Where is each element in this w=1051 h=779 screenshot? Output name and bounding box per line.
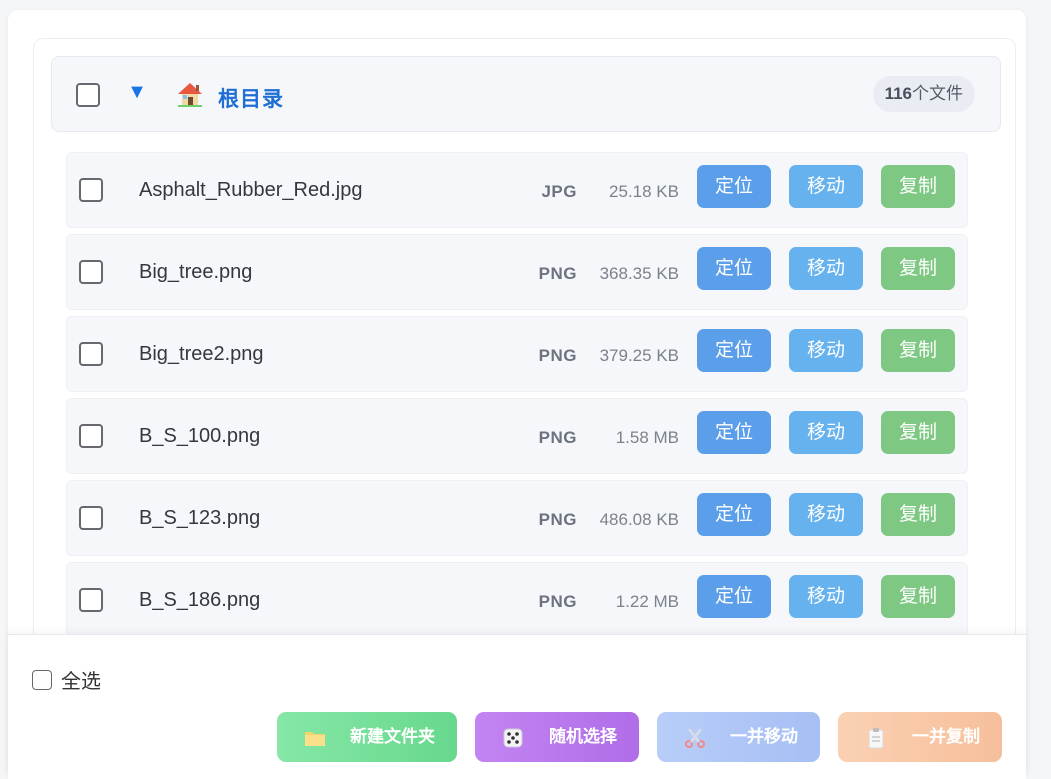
file-row[interactable]: B_S_123.png PNG 486.08 KB 定位 移动 复制 — [66, 480, 968, 556]
file-type: PNG — [538, 264, 577, 283]
batch-move-button[interactable]: 一并移动 — [657, 712, 820, 762]
file-type: PNG — [538, 428, 577, 447]
file-checkbox[interactable] — [79, 424, 103, 448]
copy-button[interactable]: 复制 — [881, 493, 955, 536]
locate-button[interactable]: 定位 — [697, 493, 771, 536]
random-select-label: 随机选择 — [549, 727, 617, 746]
new-folder-button[interactable]: 新建文件夹 — [277, 712, 457, 762]
move-button[interactable]: 移动 — [789, 247, 863, 290]
move-button[interactable]: 移动 — [789, 575, 863, 618]
file-type: JPG — [541, 182, 577, 201]
locate-button[interactable]: 定位 — [697, 411, 771, 454]
file-count-suffix: 个文件 — [912, 84, 963, 103]
file-row[interactable]: Big_tree2.png PNG 379.25 KB 定位 移动 复制 — [66, 316, 968, 392]
file-row[interactable]: Big_tree.png PNG 368.35 KB 定位 移动 复制 — [66, 234, 968, 310]
dice-icon — [503, 728, 523, 748]
file-manager-page: ▼ 根目录 116个文件 Asphalt_Rubber_Red.jpg JPG … — [0, 0, 1051, 779]
locate-button[interactable]: 定位 — [697, 329, 771, 372]
file-row[interactable]: B_S_186.png PNG 1.22 MB 定位 移动 复制 — [66, 562, 968, 638]
file-count-number: 116 — [884, 84, 912, 103]
select-all-checkbox[interactable] — [32, 669, 52, 690]
batch-move-label: 一并移动 — [730, 727, 798, 746]
bottom-action-bar: 全选 新建文件夹 随机选择 一并移动 一并复制 — [8, 634, 1026, 779]
clipboard-icon — [868, 728, 884, 749]
copy-button[interactable]: 复制 — [881, 329, 955, 372]
move-button[interactable]: 移动 — [789, 411, 863, 454]
file-size: 379.25 KB — [599, 346, 679, 365]
file-checkbox[interactable] — [79, 178, 103, 202]
file-name: Asphalt_Rubber_Red.jpg — [139, 179, 363, 201]
move-button[interactable]: 移动 — [789, 493, 863, 536]
select-all-control[interactable]: 全选 — [32, 665, 101, 694]
file-type: PNG — [538, 510, 577, 529]
locate-button[interactable]: 定位 — [697, 575, 771, 618]
folder-card: ▼ 根目录 116个文件 Asphalt_Rubber_Red.jpg JPG … — [33, 38, 1016, 658]
folder-icon — [305, 732, 325, 746]
file-name: B_S_100.png — [139, 425, 261, 447]
scissors-icon — [685, 728, 705, 748]
file-size: 1.22 MB — [615, 592, 679, 611]
file-checkbox[interactable] — [79, 342, 103, 366]
file-checkbox[interactable] — [79, 588, 103, 612]
file-name: B_S_186.png — [139, 589, 261, 611]
file-size: 486.08 KB — [599, 510, 679, 529]
file-count-badge: 116个文件 — [872, 76, 975, 112]
copy-button[interactable]: 复制 — [881, 165, 955, 208]
file-size: 1.58 MB — [615, 428, 679, 447]
batch-copy-label: 一并复制 — [912, 727, 980, 746]
locate-button[interactable]: 定位 — [697, 247, 771, 290]
file-checkbox[interactable] — [79, 260, 103, 284]
file-row[interactable]: Asphalt_Rubber_Red.jpg JPG 25.18 KB 定位 移… — [66, 152, 968, 228]
folder-title[interactable]: 根目录 — [218, 83, 284, 113]
folder-header[interactable]: ▼ 根目录 116个文件 — [51, 56, 1001, 132]
copy-button[interactable]: 复制 — [881, 247, 955, 290]
file-type: PNG — [538, 346, 577, 365]
select-all-label: 全选 — [61, 671, 101, 693]
collapse-toggle-icon[interactable]: ▼ — [126, 81, 148, 103]
copy-button[interactable]: 复制 — [881, 575, 955, 618]
file-type: PNG — [538, 592, 577, 611]
random-select-button[interactable]: 随机选择 — [475, 712, 639, 762]
file-size: 25.18 KB — [609, 182, 679, 201]
file-size: 368.35 KB — [599, 264, 679, 283]
file-checkbox[interactable] — [79, 506, 103, 530]
new-folder-label: 新建文件夹 — [350, 727, 435, 746]
file-name: Big_tree.png — [139, 261, 253, 283]
batch-copy-button[interactable]: 一并复制 — [838, 712, 1002, 762]
folder-checkbox[interactable] — [76, 83, 100, 107]
copy-button[interactable]: 复制 — [881, 411, 955, 454]
file-name: B_S_123.png — [139, 507, 261, 529]
file-name: Big_tree2.png — [139, 343, 264, 365]
house-icon — [178, 83, 202, 107]
locate-button[interactable]: 定位 — [697, 165, 771, 208]
move-button[interactable]: 移动 — [789, 329, 863, 372]
move-button[interactable]: 移动 — [789, 165, 863, 208]
file-row[interactable]: B_S_100.png PNG 1.58 MB 定位 移动 复制 — [66, 398, 968, 474]
